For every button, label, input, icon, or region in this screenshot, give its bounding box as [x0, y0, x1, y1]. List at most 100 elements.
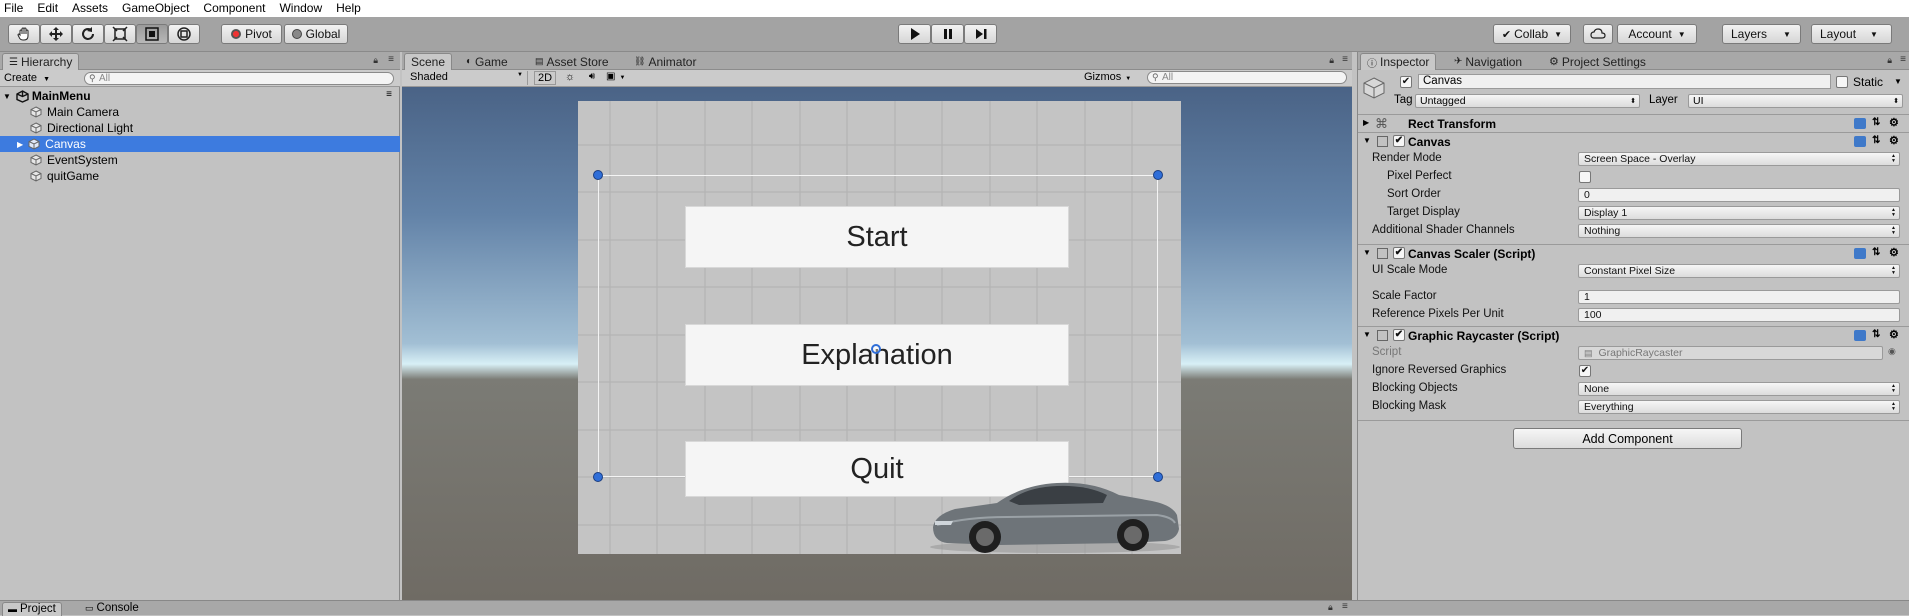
shader-channels-dropdown[interactable]: Nothing	[1578, 224, 1900, 238]
canvas-enabled-checkbox[interactable]: ✔	[1393, 135, 1405, 147]
pause-button[interactable]	[931, 24, 964, 44]
rect-handle-top-left[interactable]	[593, 170, 603, 180]
add-component-button[interactable]: Add Component	[1513, 428, 1742, 449]
tab-scene[interactable]: Scene	[404, 53, 453, 70]
hand-tool-button[interactable]	[8, 24, 40, 44]
scene-viewport[interactable]: Start Explanation Quit	[402, 87, 1352, 600]
pixel-perfect-checkbox[interactable]	[1579, 171, 1591, 183]
gear-icon[interactable]: ⚙	[1889, 136, 1901, 147]
move-tool-button[interactable]	[40, 24, 72, 44]
pivot-marker[interactable]	[871, 344, 881, 354]
tab-project[interactable]: ▬ Project	[2, 602, 62, 616]
panel-menu-icon[interactable]: ≡	[1342, 54, 1348, 65]
tab-game[interactable]: ◐ Game	[460, 53, 514, 70]
step-button[interactable]	[964, 24, 997, 44]
hierarchy-item[interactable]: Main Camera	[0, 104, 400, 120]
ignore-reversed-checkbox[interactable]: ✔	[1579, 365, 1591, 377]
menu-assets[interactable]: Assets	[65, 0, 115, 17]
transform-tool-button[interactable]	[168, 24, 200, 44]
create-dropdown[interactable]: Create ▼	[4, 72, 50, 85]
tab-hierarchy[interactable]: ☰ Hierarchy	[2, 53, 80, 70]
menu-file[interactable]: File	[0, 0, 30, 17]
chevron-down-icon[interactable]: ▼	[1894, 77, 1902, 86]
canvas-scaler-enabled-checkbox[interactable]: ✔	[1393, 247, 1405, 259]
scene-menu-icon[interactable]: ≡	[386, 89, 392, 100]
gizmos-dropdown[interactable]: Gizmos ▼	[1084, 71, 1136, 85]
start-button[interactable]: Start	[685, 206, 1069, 268]
audio-toggle[interactable]: 🔊︎	[582, 71, 602, 85]
menu-gameobject[interactable]: GameObject	[115, 0, 196, 17]
lock-icon[interactable]: 🔒︎	[373, 55, 378, 66]
lock-icon[interactable]: 🔒︎	[1329, 55, 1334, 66]
preset-icon[interactable]: ⇅	[1872, 248, 1884, 259]
ref-pixels-field[interactable]: 100	[1578, 308, 1900, 322]
blocking-objects-dropdown[interactable]: None	[1578, 382, 1900, 396]
rect-handle-bottom-left[interactable]	[593, 472, 603, 482]
rotate-tool-button[interactable]	[72, 24, 104, 44]
collapse-arrow-icon[interactable]: ▼	[1363, 136, 1371, 145]
2d-toggle[interactable]: 2D	[534, 71, 556, 85]
tab-inspector[interactable]: ⓘ Inspector	[1360, 53, 1437, 70]
graphic-raycaster-header[interactable]: ▼ ✔ Graphic Raycaster (Script) ⇅ ⚙	[1358, 326, 1909, 344]
help-book-icon[interactable]	[1854, 136, 1866, 147]
menu-window[interactable]: Window	[272, 0, 329, 17]
gear-icon[interactable]: ⚙	[1889, 330, 1901, 341]
cloud-button[interactable]	[1583, 24, 1613, 44]
collapse-arrow-icon[interactable]: ▶	[1363, 118, 1369, 127]
preset-icon[interactable]: ⇅	[1872, 136, 1884, 147]
pivot-toggle-button[interactable]: Pivot	[221, 24, 282, 44]
panel-menu-icon[interactable]: ≡	[388, 54, 394, 65]
tab-project-settings[interactable]: ⚙ Project Settings	[1543, 53, 1652, 70]
scene-root-row[interactable]: ▼ MainMenu ≡	[0, 88, 400, 104]
layer-dropdown[interactable]: UI ⬍	[1688, 94, 1903, 108]
collab-dropdown[interactable]: ✔ Collab ▼	[1493, 24, 1571, 44]
rect-tool-button[interactable]	[136, 24, 168, 44]
shading-mode-dropdown[interactable]: Shaded ▼	[404, 71, 528, 85]
preset-icon[interactable]: ⇅	[1872, 118, 1884, 129]
menu-edit[interactable]: Edit	[30, 0, 65, 17]
blocking-mask-dropdown[interactable]: Everything	[1578, 400, 1900, 414]
play-button[interactable]	[898, 24, 931, 44]
target-display-dropdown[interactable]: Display 1	[1578, 206, 1900, 220]
object-name-field[interactable]: Canvas	[1418, 74, 1831, 89]
canvas-component-header[interactable]: ▼ ✔ Canvas ⇅ ⚙	[1358, 132, 1909, 150]
panel-menu-icon[interactable]: ≡	[1342, 601, 1348, 612]
global-toggle-button[interactable]: Global	[284, 24, 348, 44]
expand-arrow-icon[interactable]: ▶	[17, 140, 23, 149]
gear-icon[interactable]: ⚙	[1889, 118, 1901, 129]
render-mode-dropdown[interactable]: Screen Space - Overlay	[1578, 152, 1900, 166]
menu-component[interactable]: Component	[196, 0, 272, 17]
static-checkbox[interactable]	[1836, 76, 1848, 88]
sort-order-field[interactable]: 0	[1578, 188, 1900, 202]
hierarchy-item[interactable]: Directional Light	[0, 120, 400, 136]
help-book-icon[interactable]	[1854, 118, 1866, 129]
gear-icon[interactable]: ⚙	[1889, 248, 1901, 259]
panel-menu-icon[interactable]: ≡	[1900, 54, 1906, 65]
hierarchy-search-input[interactable]: ⚲ All	[84, 72, 394, 85]
expand-arrow-icon[interactable]: ▼	[3, 92, 11, 101]
scale-tool-button[interactable]	[104, 24, 136, 44]
help-book-icon[interactable]	[1854, 330, 1866, 341]
hierarchy-item[interactable]: EventSystem	[0, 152, 400, 168]
collapse-arrow-icon[interactable]: ▼	[1363, 330, 1371, 339]
scene-search-input[interactable]: ⚲ All	[1147, 71, 1347, 84]
lock-icon[interactable]: 🔒︎	[1328, 602, 1333, 613]
tab-asset-store[interactable]: ▤ Asset Store	[529, 53, 615, 70]
tab-animator[interactable]: ⛓ Animator	[628, 53, 702, 70]
menu-help[interactable]: Help	[329, 0, 368, 17]
active-checkbox[interactable]: ✔	[1400, 76, 1412, 88]
ui-scale-mode-dropdown[interactable]: Constant Pixel Size	[1578, 264, 1900, 278]
explanation-button[interactable]: Explanation	[685, 324, 1069, 386]
rect-transform-header[interactable]: ▶ ⌘ Rect Transform ⇅ ⚙	[1358, 114, 1909, 132]
collapse-arrow-icon[interactable]: ▼	[1363, 248, 1371, 257]
tab-navigation[interactable]: ✈ Navigation	[1448, 53, 1528, 70]
object-picker-icon[interactable]: ◉	[1888, 346, 1896, 357]
layout-dropdown[interactable]: Layout ▼	[1811, 24, 1892, 44]
canvas-scaler-header[interactable]: ▼ ✔ Canvas Scaler (Script) ⇅ ⚙	[1358, 244, 1909, 262]
raycaster-enabled-checkbox[interactable]: ✔	[1393, 329, 1405, 341]
help-book-icon[interactable]	[1854, 248, 1866, 259]
lighting-toggle[interactable]: ☼	[560, 71, 580, 85]
preset-icon[interactable]: ⇅	[1872, 330, 1884, 341]
scale-factor-field[interactable]: 1	[1578, 290, 1900, 304]
effects-dropdown[interactable]: ▣ ▼	[606, 71, 634, 85]
